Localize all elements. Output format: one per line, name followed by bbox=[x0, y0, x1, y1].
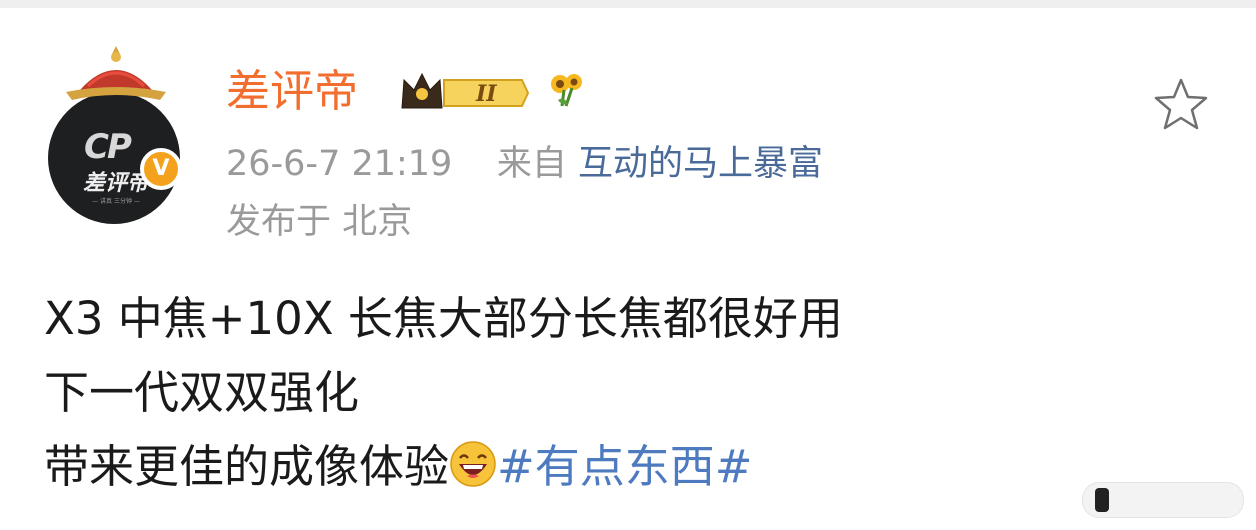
top-divider bbox=[0, 0, 1256, 8]
avatar[interactable]: CP 差评帝 — 讲真 三分钟 — V bbox=[44, 42, 194, 224]
post-text-line-1: X3 中焦+10X 长焦大部分长焦都很好用 bbox=[44, 292, 843, 345]
hat-icon bbox=[66, 46, 166, 100]
post-text-line-3: 带来更佳的成像体验 #有点东西# bbox=[44, 436, 752, 498]
scrollbar-thumb[interactable] bbox=[1095, 488, 1109, 512]
post-text-line-3-text: 带来更佳的成像体验 bbox=[44, 440, 450, 493]
post-time[interactable]: 26-6-7 21:19 bbox=[226, 144, 452, 184]
verified-badge: V bbox=[140, 148, 182, 190]
level-badge-text: II bbox=[475, 81, 497, 107]
scrollbar[interactable] bbox=[1082, 482, 1244, 518]
post-location: 发布于 北京 bbox=[226, 202, 413, 242]
username[interactable]: 差评帝 bbox=[226, 64, 358, 120]
avatar-logo: CP bbox=[84, 127, 132, 167]
sunflower-icon bbox=[551, 74, 582, 107]
hashtag-link[interactable]: #有点东西# bbox=[497, 440, 752, 493]
source-link[interactable]: 互动的马上暴富 bbox=[578, 144, 823, 184]
post-text-line-2: 下一代双双强化 bbox=[44, 366, 360, 419]
star-outline-icon[interactable] bbox=[1152, 76, 1210, 132]
from-label: 来自 bbox=[496, 144, 567, 184]
avatar-sub-text: — 讲真 三分钟 — bbox=[92, 198, 140, 205]
laughing-emoji-icon bbox=[450, 441, 496, 487]
crown-icon[interactable]: II bbox=[398, 68, 530, 118]
post-meta: 26-6-7 21:19 来自 互动的马上暴富 bbox=[226, 140, 823, 188]
